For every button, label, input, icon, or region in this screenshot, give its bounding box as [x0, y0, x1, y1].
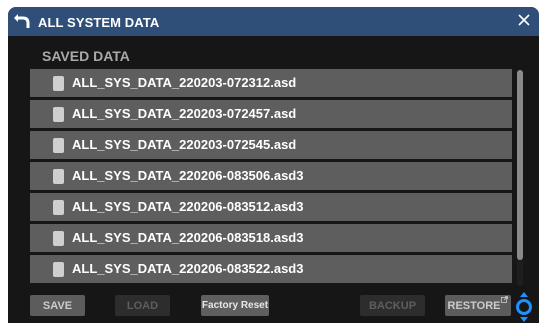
file-row[interactable]: ALL_SYS_DATA_220206-083518.asd3	[30, 224, 512, 252]
file-select-checkbox[interactable]	[53, 138, 64, 153]
encoder-knob-icon	[516, 292, 532, 322]
close-icon	[518, 14, 530, 26]
save-button[interactable]: SAVE	[30, 295, 85, 316]
file-select-checkbox[interactable]	[53, 200, 64, 215]
restore-label: RESTORE	[447, 299, 501, 312]
factory-reset-button[interactable]: Factory Reset	[201, 295, 269, 316]
file-name: ALL_SYS_DATA_220206-083506.asd3	[72, 168, 304, 183]
encoder-knob[interactable]	[514, 292, 534, 322]
dialog-window: ALL SYSTEM DATA SAVED DATA ALL_SYS_DATA_…	[8, 7, 539, 323]
back-button[interactable]	[11, 10, 33, 32]
file-row[interactable]: ALL_SYS_DATA_220206-083522.asd3	[30, 255, 512, 283]
file-name: ALL_SYS_DATA_220206-083522.asd3	[72, 261, 304, 276]
file-name: ALL_SYS_DATA_220203-072457.asd	[72, 106, 297, 121]
backup-button[interactable]: BACKUP	[360, 295, 425, 316]
section-title: SAVED DATA	[42, 48, 130, 64]
file-select-checkbox[interactable]	[53, 231, 64, 246]
file-row[interactable]: ALL_SYS_DATA_220203-072545.asd	[30, 131, 512, 159]
window-title: ALL SYSTEM DATA	[38, 15, 160, 30]
file-select-checkbox[interactable]	[53, 76, 64, 91]
file-row[interactable]: ALL_SYS_DATA_220203-072457.asd	[30, 100, 512, 128]
load-button[interactable]: LOAD	[115, 295, 170, 316]
external-window-icon	[501, 296, 508, 303]
file-select-checkbox[interactable]	[53, 169, 64, 184]
back-arrow-icon	[14, 14, 30, 28]
scrollbar-thumb[interactable]	[517, 70, 523, 260]
file-select-checkbox[interactable]	[53, 107, 64, 122]
file-select-checkbox[interactable]	[53, 262, 64, 277]
file-name: ALL_SYS_DATA_220206-083512.asd3	[72, 199, 304, 214]
close-button[interactable]	[513, 9, 535, 31]
scrollbar-track[interactable]	[517, 70, 523, 286]
file-row[interactable]: ALL_SYS_DATA_220206-083506.asd3	[30, 162, 512, 190]
file-name: ALL_SYS_DATA_220203-072312.asd	[72, 75, 297, 90]
file-row[interactable]: ALL_SYS_DATA_220206-083512.asd3	[30, 193, 512, 221]
restore-button[interactable]: RESTORE	[445, 295, 511, 316]
file-row[interactable]: ALL_SYS_DATA_220203-072312.asd	[30, 69, 512, 97]
title-bar: ALL SYSTEM DATA	[8, 7, 539, 36]
file-name: ALL_SYS_DATA_220203-072545.asd	[72, 137, 297, 152]
file-name: ALL_SYS_DATA_220206-083518.asd3	[72, 230, 304, 245]
